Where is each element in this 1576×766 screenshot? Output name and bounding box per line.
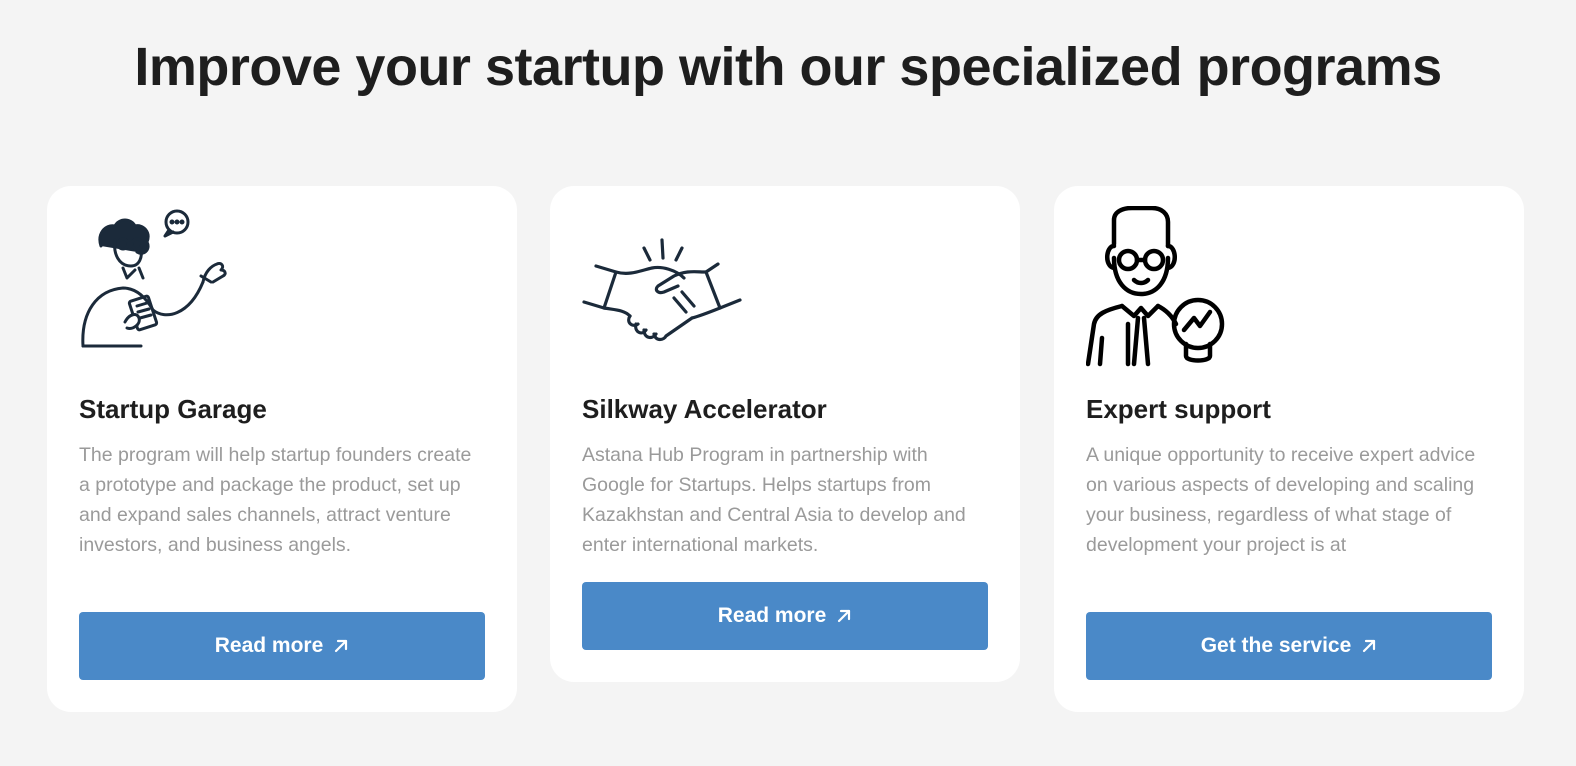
program-card-expert-support: Expert support A unique opportunity to r… <box>1054 186 1524 712</box>
programs-section: Improve your startup with our specialize… <box>0 0 1576 766</box>
page-title: Improve your startup with our specialize… <box>134 37 1442 97</box>
program-card-startup-garage: Startup Garage The program will help sta… <box>47 186 517 712</box>
program-card-silkway-accelerator: Silkway Accelerator Astana Hub Program i… <box>550 186 1020 682</box>
read-more-button[interactable]: Read more <box>79 612 485 680</box>
arrow-up-right-icon <box>335 639 348 653</box>
get-the-service-button[interactable]: Get the service <box>1086 612 1492 680</box>
card-title: Expert support <box>1086 394 1271 424</box>
button-label: Read more <box>717 604 827 627</box>
card-description: A unique opportunity to receive expert a… <box>1086 444 1476 556</box>
card-title: Silkway Accelerator <box>582 394 827 424</box>
button-label: Get the service <box>1200 634 1352 657</box>
button-label: Read more <box>214 634 324 657</box>
card-description: The program will help startup founders c… <box>79 444 472 556</box>
arrow-up-right-icon <box>1363 639 1376 653</box>
person-with-notepad-icon <box>81 209 227 348</box>
card-description: Astana Hub Program in partnership with G… <box>582 444 966 556</box>
card-title: Startup Garage <box>79 394 267 424</box>
arrow-up-right-icon <box>838 609 851 623</box>
handshake-icon <box>582 238 742 342</box>
expert-lightbulb-icon <box>1086 206 1225 367</box>
read-more-button[interactable]: Read more <box>582 582 988 650</box>
